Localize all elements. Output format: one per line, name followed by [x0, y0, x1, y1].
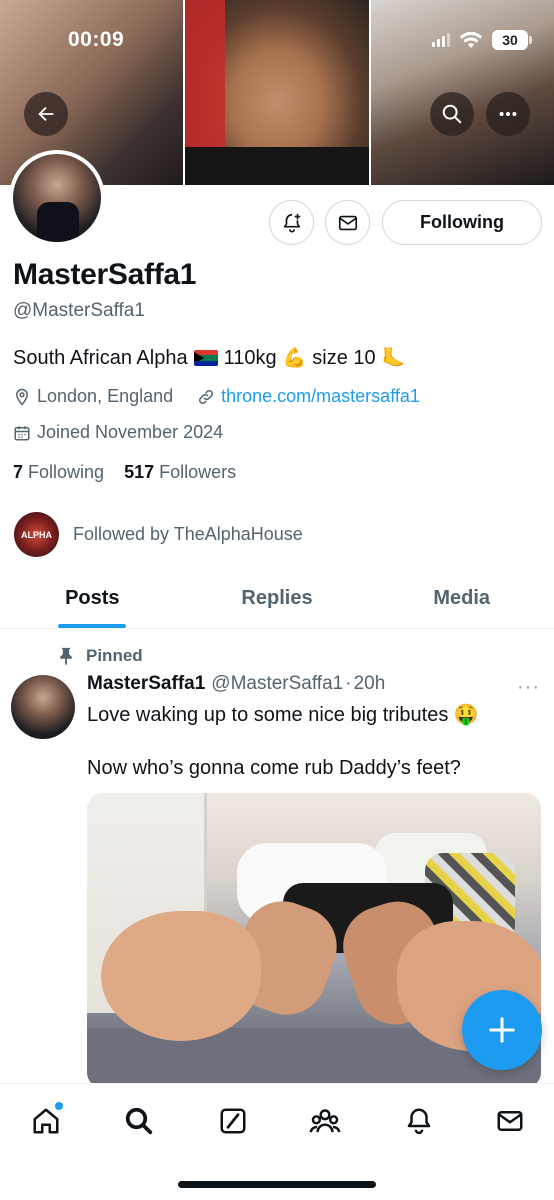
post-author-handle: @MasterSaffa1 [211, 673, 344, 694]
followed-by-text: Followed by TheAlphaHouse [73, 524, 303, 544]
profile-handle: @MasterSaffa1 [13, 300, 145, 321]
followers-count: 517 [124, 462, 155, 482]
location-pin-icon [15, 388, 29, 406]
post-text-line-2: Now who’s gonna come rub Daddy’s feet? [87, 757, 461, 779]
grok-icon [220, 1108, 246, 1134]
mail-icon [497, 1111, 523, 1131]
more-button[interactable] [486, 92, 530, 136]
followers-label: Followers [159, 462, 237, 482]
followed-by-avatar: ALPHA [14, 512, 59, 557]
tab-media[interactable]: Media [369, 568, 554, 628]
nav-communities[interactable] [302, 1098, 348, 1144]
media-foot-left [101, 911, 261, 1041]
search-icon [442, 104, 462, 124]
nav-search[interactable] [116, 1098, 162, 1144]
nav-grok[interactable] [210, 1098, 256, 1144]
following-button[interactable]: Following [382, 200, 542, 245]
post-separator: · [345, 673, 352, 694]
plus-icon [489, 1017, 515, 1043]
profile-link[interactable]: throne.com/mastersaffa1 [221, 386, 420, 407]
banner-photo-3 [370, 0, 554, 185]
pin-icon [60, 647, 72, 665]
wifi-icon [459, 31, 483, 48]
cellular-signal-icon [432, 33, 450, 47]
home-icon [33, 1108, 59, 1134]
bell-plus-icon [283, 213, 300, 233]
home-notification-dot [55, 1102, 63, 1110]
post-text-1: Love waking up to some nice big tributes [87, 704, 449, 726]
back-button[interactable] [24, 92, 68, 136]
tab-replies[interactable]: Replies [185, 568, 370, 628]
status-time: 00:09 [68, 28, 125, 51]
search-button[interactable] [430, 92, 474, 136]
followed-by[interactable]: ALPHA Followed by TheAlphaHouse [14, 512, 303, 557]
banner-photo-2 [185, 0, 369, 185]
follow-counts: 7 Following 517 Followers [13, 462, 236, 483]
south-africa-flag-icon [193, 350, 218, 366]
bell-icon [407, 1108, 431, 1135]
display-name: MasterSaffa1 [13, 258, 197, 291]
pinned-indicator: Pinned [58, 646, 143, 666]
link-icon [199, 389, 214, 404]
nav-notifications[interactable] [396, 1098, 442, 1144]
following-count: 7 [13, 462, 24, 482]
people-icon [309, 1109, 341, 1133]
following-link[interactable]: 7 Following [13, 462, 104, 482]
bio-text-1: South African Alpha [13, 346, 188, 369]
home-indicator [178, 1181, 376, 1188]
profile-meta-joined-row: Joined November 2024 [13, 422, 223, 443]
status-icons: 30 [432, 30, 532, 50]
post-author-name[interactable]: MasterSaffa1 [87, 673, 205, 695]
more-horizontal-icon [499, 111, 517, 117]
profile-tabs: Posts Replies Media [0, 568, 554, 629]
foot-emoji: 🦶 [381, 348, 406, 369]
profile-bio: South African Alpha 110kg 💪 size 10 🦶 [13, 346, 405, 370]
profile-meta-location-row: London, England throne.com/mastersaffa1 [13, 386, 420, 407]
nav-messages[interactable] [487, 1098, 533, 1144]
profile-location: London, England [37, 386, 174, 406]
profile-avatar[interactable] [9, 150, 105, 246]
following-label: Following [28, 462, 105, 482]
post-author-avatar[interactable] [11, 675, 75, 739]
calendar-icon [14, 425, 30, 440]
message-button[interactable] [325, 200, 370, 245]
bio-text-2: 110kg [223, 346, 277, 369]
muscle-emoji: 💪 [282, 348, 307, 369]
compose-button[interactable] [462, 990, 542, 1070]
pinned-label: Pinned [86, 646, 143, 665]
post-text-line-1: Love waking up to some nice big tributes… [87, 702, 479, 727]
nav-home[interactable] [23, 1098, 69, 1144]
followers-link[interactable]: 517 Followers [124, 462, 236, 482]
search-icon [125, 1107, 153, 1135]
tab-posts[interactable]: Posts [0, 568, 185, 628]
money-mouth-emoji: 🤑 [453, 704, 479, 726]
bio-text-3: size 10 [312, 346, 376, 369]
arrow-left-icon [38, 106, 54, 122]
battery-indicator: 30 [492, 30, 532, 50]
profile-joined: Joined November 2024 [37, 422, 224, 442]
mail-icon [338, 215, 357, 230]
post-more-button[interactable]: ··· [517, 676, 540, 699]
post-header: MasterSaffa1 @MasterSaffa1 · 20h [87, 673, 385, 695]
post-time[interactable]: 20h [354, 673, 386, 695]
notify-button[interactable] [269, 200, 314, 245]
